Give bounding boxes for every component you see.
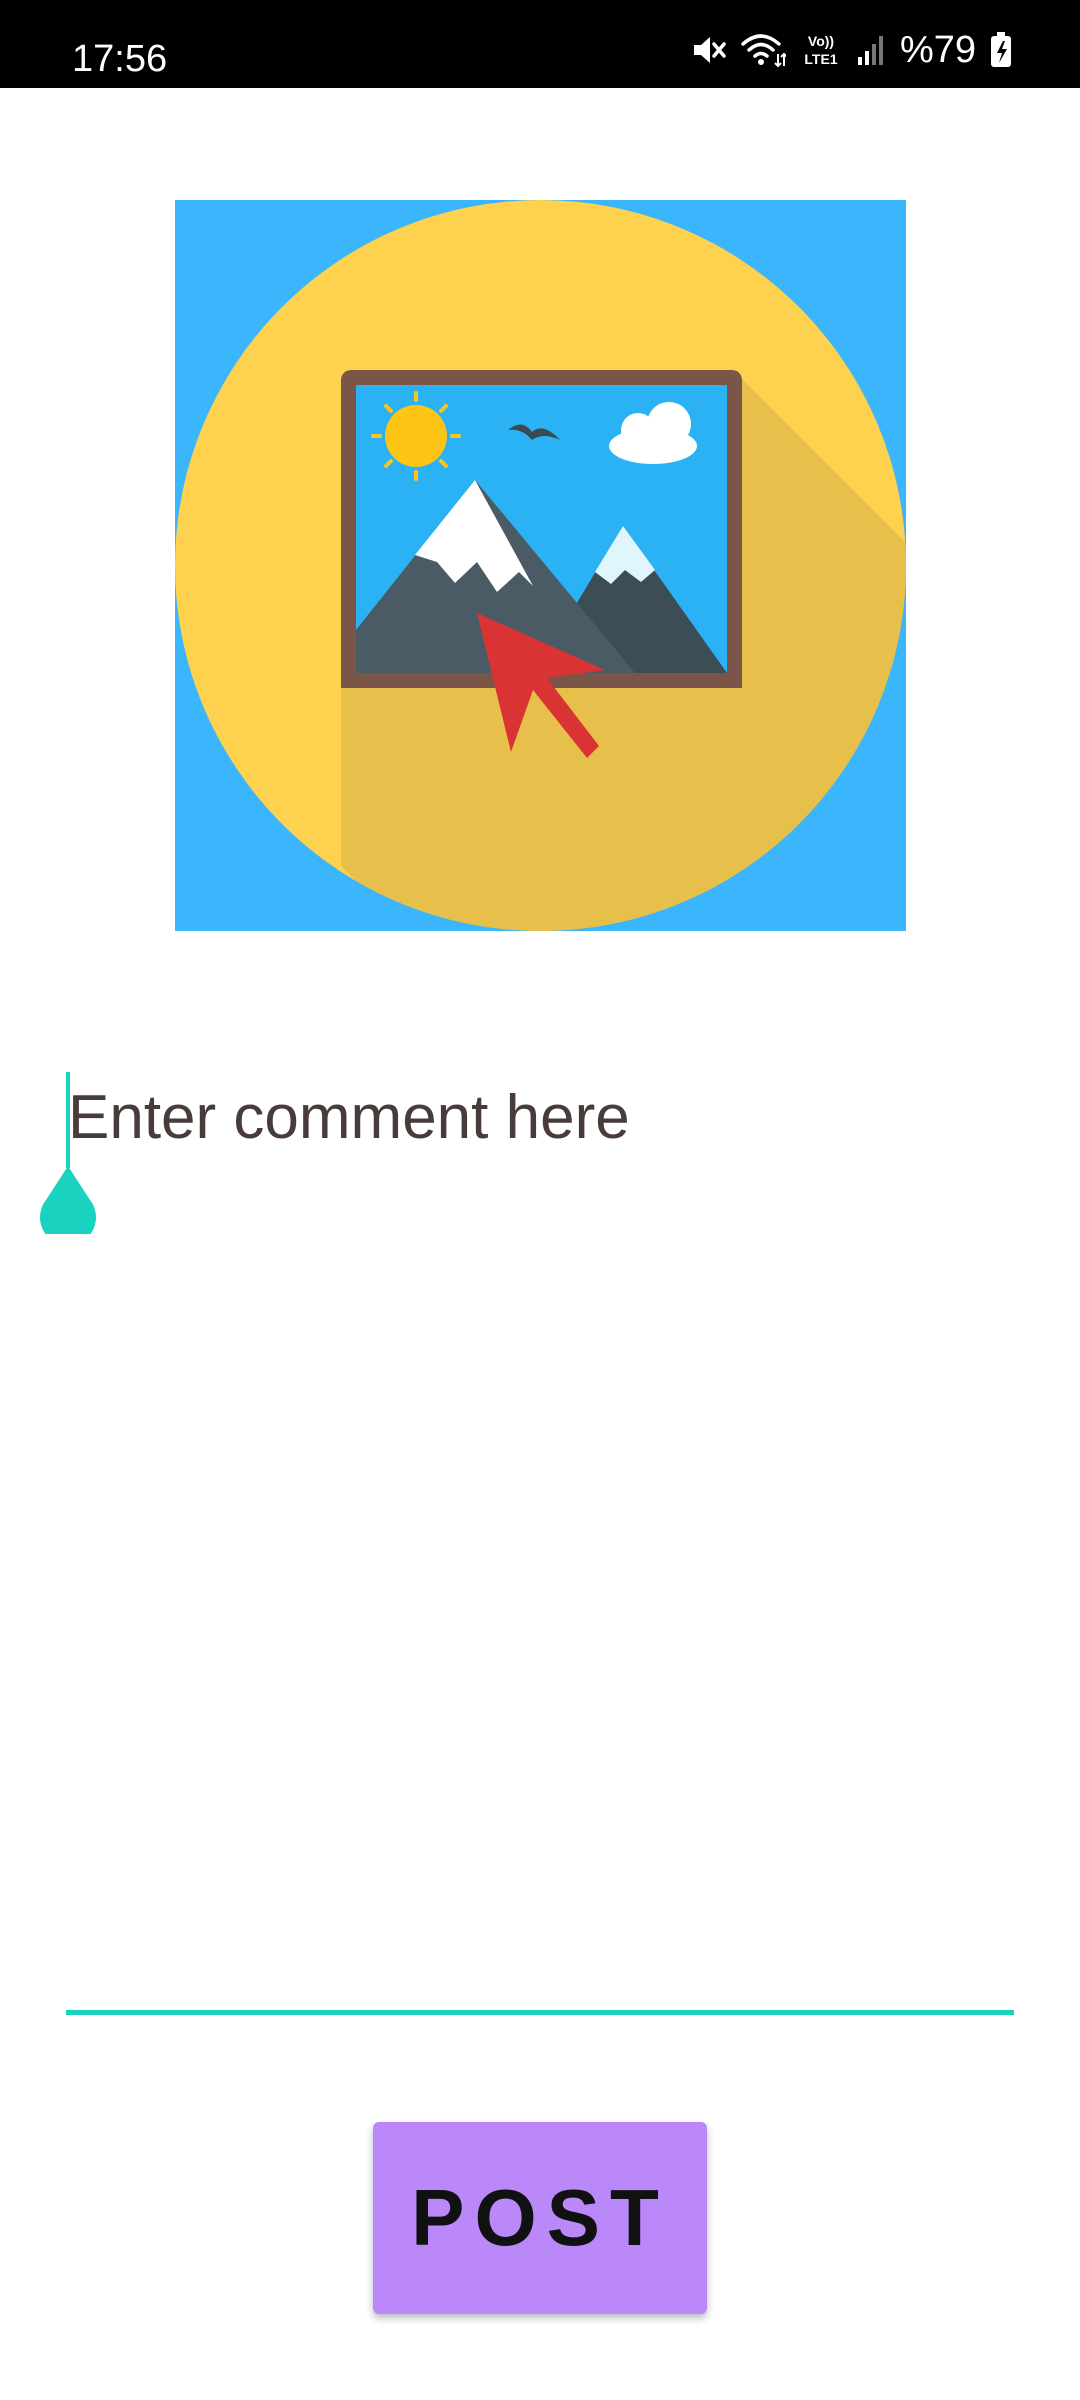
wifi-icon (740, 32, 786, 68)
text-cursor (66, 1072, 70, 1168)
signal-icon (856, 33, 886, 67)
mute-icon (690, 33, 726, 67)
svg-text:LTE1: LTE1 (804, 51, 837, 67)
image-picker-icon (175, 200, 906, 931)
status-bar: 17:56 Vo)) LTE1 %79 (0, 0, 1080, 88)
battery-percent: %79 (899, 28, 976, 71)
status-time: 17:56 (72, 38, 168, 80)
comment-field[interactable]: Enter comment here (40, 1060, 1014, 2020)
post-button[interactable]: POST (373, 2122, 707, 2314)
status-icons: Vo)) LTE1 %79 (690, 28, 1012, 71)
svg-text:Vo)): Vo)) (808, 33, 834, 49)
cursor-handle-icon[interactable] (38, 1164, 98, 1246)
battery-icon (990, 32, 1012, 68)
volte-icon: Vo)) LTE1 (800, 31, 842, 69)
image-picker[interactable] (175, 200, 906, 931)
sun-icon (371, 391, 461, 481)
comment-underline (66, 2010, 1014, 2015)
comment-placeholder: Enter comment here (68, 1083, 630, 1152)
